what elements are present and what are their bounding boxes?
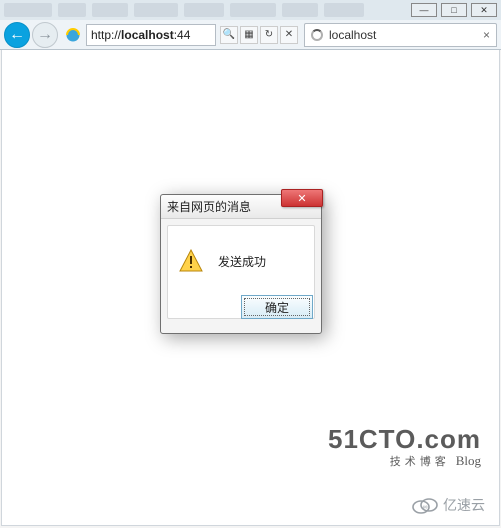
url-host: localhost bbox=[121, 28, 174, 42]
warning-icon bbox=[178, 248, 204, 274]
blurred-thumb bbox=[184, 3, 224, 17]
os-top-strip: — □ ✕ bbox=[0, 0, 501, 20]
dialog-title-text: 来自网页的消息 bbox=[167, 198, 251, 215]
dialog-footer: 确定 bbox=[161, 291, 321, 329]
ie-logo-icon bbox=[64, 26, 82, 44]
blurred-thumb bbox=[324, 3, 364, 17]
window-minimize-button[interactable]: — bbox=[411, 3, 437, 17]
dialog-titlebar[interactable]: 来自网页的消息 ✕ bbox=[161, 195, 321, 219]
dialog-close-button[interactable]: ✕ bbox=[281, 189, 323, 207]
tab-title: localhost bbox=[329, 28, 376, 42]
browser-nav-row: ← → http://localhost:44 🔍 ▦ ↻ ✕ localhos… bbox=[0, 20, 501, 50]
blurred-thumb bbox=[4, 3, 52, 17]
address-bar[interactable]: http://localhost:44 bbox=[86, 24, 216, 46]
arrow-left-icon: ← bbox=[9, 26, 25, 44]
window-maximize-button[interactable]: □ bbox=[441, 3, 467, 17]
watermark-51cto: 51CTO.com 技术博客 Blog bbox=[328, 424, 481, 469]
window-close-button[interactable]: ✕ bbox=[471, 3, 497, 17]
watermark-51cto-sub: 技术博客 Blog bbox=[328, 453, 481, 469]
back-button[interactable]: ← bbox=[4, 22, 30, 48]
stop-icon[interactable]: ✕ bbox=[280, 26, 298, 44]
watermark-51cto-cn: 技术博客 bbox=[390, 453, 450, 469]
ok-button[interactable]: 确定 bbox=[241, 295, 313, 319]
cloud-icon: ∞ bbox=[411, 496, 439, 514]
blurred-thumb bbox=[230, 3, 276, 17]
tab-bar: localhost × bbox=[304, 23, 497, 47]
close-icon: ✕ bbox=[297, 192, 306, 205]
blurred-thumb bbox=[282, 3, 318, 17]
loading-spinner-icon bbox=[311, 29, 323, 41]
svg-text:∞: ∞ bbox=[423, 504, 428, 511]
watermark-yisu: ∞ 亿速云 bbox=[411, 495, 485, 515]
arrow-right-icon: → bbox=[37, 26, 53, 44]
watermark-51cto-blog: Blog bbox=[456, 453, 481, 469]
search-icon[interactable]: 🔍 bbox=[220, 26, 238, 44]
forward-button[interactable]: → bbox=[32, 22, 58, 48]
watermark-yisu-text: 亿速云 bbox=[443, 495, 485, 515]
address-bar-buttons: 🔍 ▦ ↻ ✕ bbox=[218, 26, 298, 44]
blurred-thumb bbox=[92, 3, 128, 17]
tab-localhost[interactable]: localhost × bbox=[304, 23, 497, 47]
page-viewport: 来自网页的消息 ✕ 发送成功 确定 51CTO.com 技术博客 Blog bbox=[1, 50, 500, 526]
compat-view-icon[interactable]: ▦ bbox=[240, 26, 258, 44]
watermark-51cto-logo: 51CTO.com bbox=[328, 424, 481, 455]
url-port: :44 bbox=[174, 28, 191, 42]
alert-dialog: 来自网页的消息 ✕ 发送成功 确定 bbox=[160, 194, 322, 334]
dialog-message: 发送成功 bbox=[218, 253, 266, 270]
blurred-thumb bbox=[58, 3, 86, 17]
blurred-thumb bbox=[134, 3, 178, 17]
refresh-icon[interactable]: ↻ bbox=[260, 26, 278, 44]
url-scheme: http:// bbox=[91, 28, 121, 42]
tab-close-icon[interactable]: × bbox=[483, 28, 490, 42]
